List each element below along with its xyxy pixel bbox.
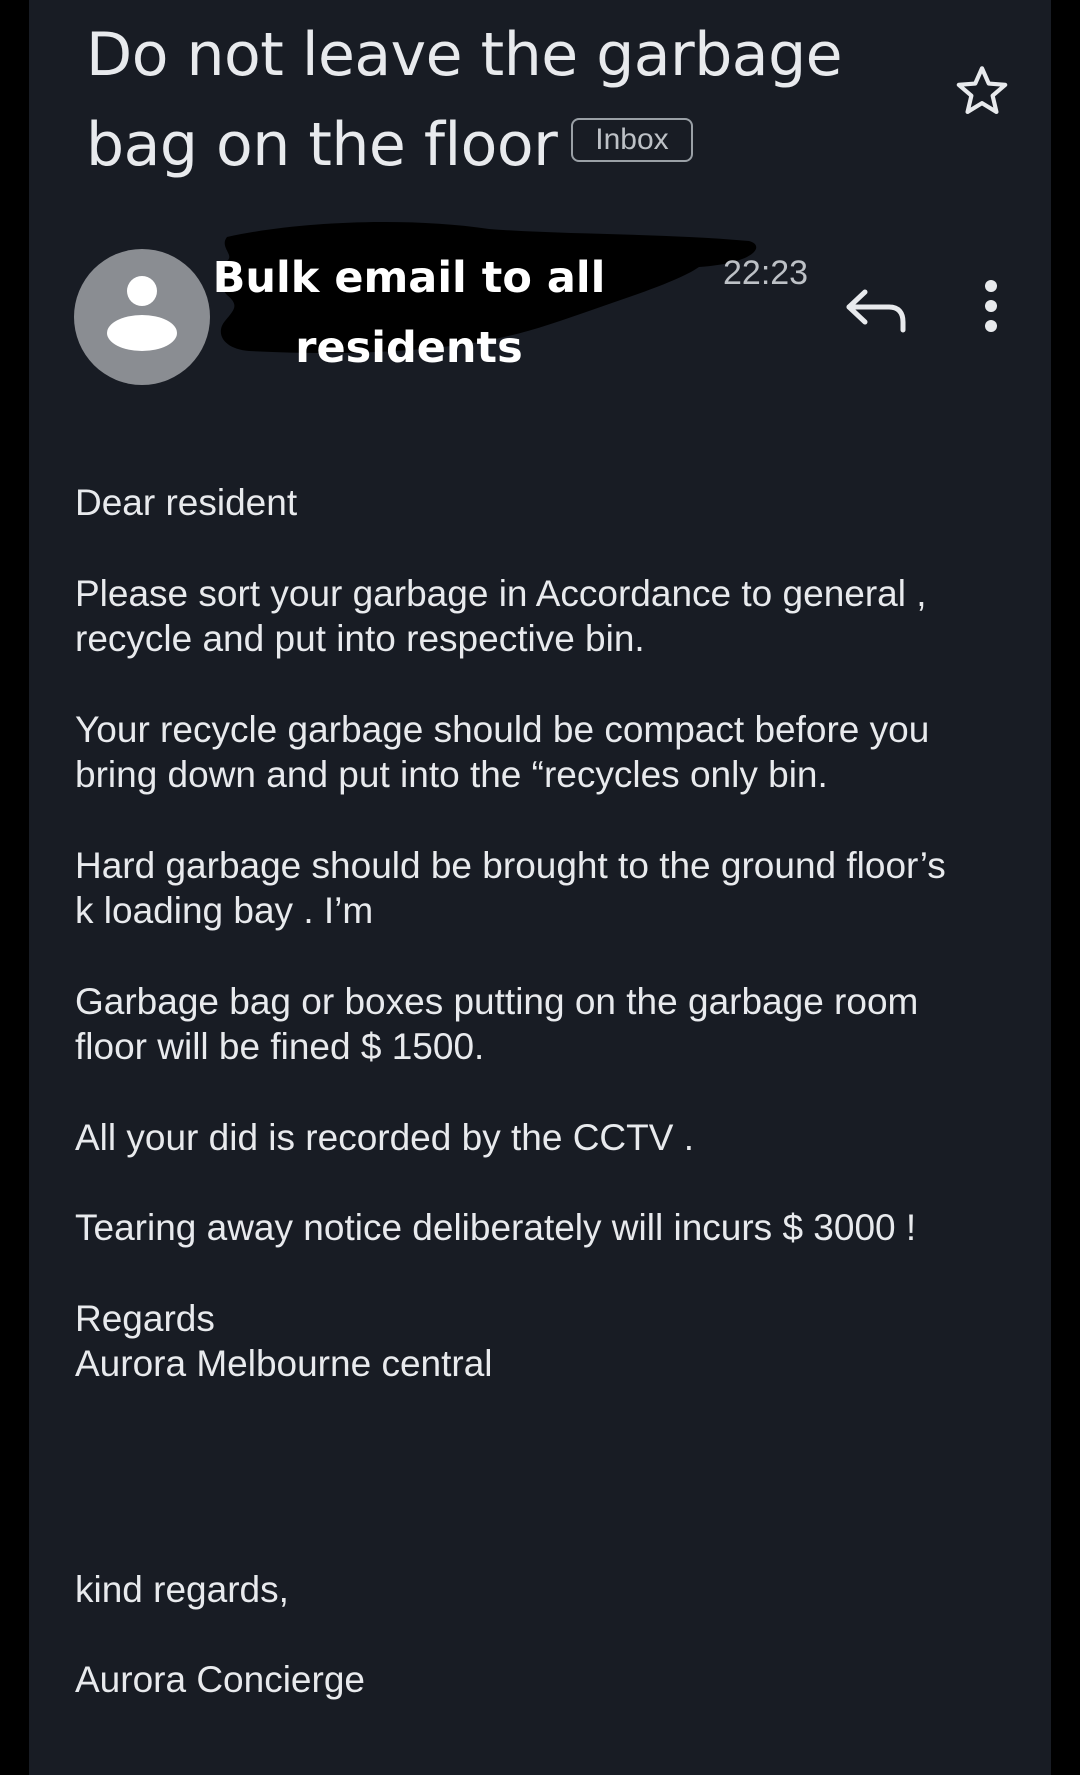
email-screen: Do not leave the garbage bag on the floo… bbox=[29, 0, 1051, 1775]
email-subject: Do not leave the garbage bag on the floo… bbox=[86, 10, 956, 190]
body-paragraph: All your did is recorded by the CCTV . bbox=[75, 1116, 694, 1158]
body-paragraph: Garbage bag or boxes putting on the garb… bbox=[75, 980, 919, 1068]
subject-text: Do not leave the garbage bag on the floo… bbox=[86, 20, 843, 180]
body-paragraph: Your recycle garbage should be compact b… bbox=[75, 708, 930, 796]
body-paragraph: Tearing away notice deliberately will in… bbox=[75, 1207, 917, 1248]
inbox-label-badge[interactable]: Inbox bbox=[571, 118, 693, 163]
person-icon bbox=[107, 276, 177, 351]
body-paragraph: kind regards, bbox=[75, 1568, 289, 1610]
star-icon[interactable] bbox=[951, 60, 1013, 122]
body-paragraph: Please sort your garbage in Accordance t… bbox=[75, 572, 927, 660]
body-paragraph: Hard garbage should be brought to the gr… bbox=[75, 844, 946, 932]
sender-block[interactable]: Bulk email to all residents bbox=[209, 215, 765, 373]
email-body: Dear resident Please sort your garbage i… bbox=[75, 480, 1025, 1748]
sender-name: Bulk email to all residents bbox=[212, 253, 606, 373]
email-time: 22:23 bbox=[723, 254, 809, 292]
avatar[interactable] bbox=[74, 249, 210, 385]
body-paragraph: Regards Aurora Melbourne central bbox=[75, 1297, 493, 1385]
body-paragraph: Aurora Concierge bbox=[75, 1659, 365, 1700]
reply-icon[interactable] bbox=[841, 280, 911, 340]
body-paragraph: Dear resident bbox=[75, 482, 298, 523]
more-vertical-icon[interactable] bbox=[979, 278, 1003, 334]
